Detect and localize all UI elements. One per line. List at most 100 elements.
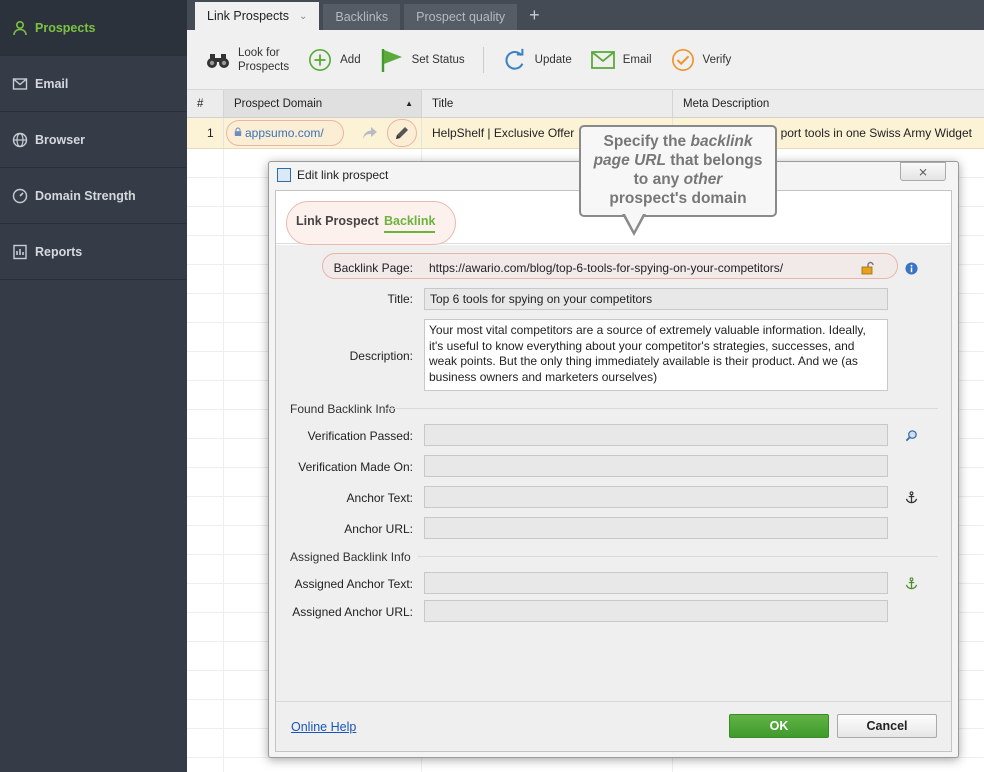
close-button[interactable]: ⨯ <box>900 162 946 181</box>
anchor-url-field <box>424 517 888 539</box>
section-divider <box>386 408 938 409</box>
column-header-number[interactable]: # <box>187 90 224 117</box>
description-label: Description: <box>349 349 413 363</box>
sidebar-item-prospects[interactable]: Prospects <box>0 0 187 56</box>
info-icon[interactable] <box>904 261 918 275</box>
tab-prospect-quality[interactable]: Prospect quality <box>404 4 518 30</box>
anchor-icon[interactable] <box>904 490 918 504</box>
sidebar-item-email[interactable]: Email <box>0 56 187 112</box>
look-for-label-2: Prospects <box>238 60 290 73</box>
backlink-page-value: https://awario.com/blog/top-6-tools-for-… <box>429 261 784 275</box>
envelope-icon <box>11 75 29 93</box>
add-button[interactable]: Add <box>307 47 361 73</box>
gauge-icon <box>11 187 29 205</box>
tab-label: Prospect quality <box>416 10 506 24</box>
tooltip-callout: Specify the backlink page URL that belon… <box>579 125 777 217</box>
dialog-title-bar: Edit link prospect <box>277 168 388 182</box>
online-help-link[interactable]: Online Help <box>291 720 356 734</box>
add-label: Add <box>340 53 361 66</box>
title-cell-text: HelpShelf | Exclusive Offer <box>432 126 575 140</box>
anchor-text-field <box>424 486 888 508</box>
toolbar: Look for Prospects Add Set Status Update <box>187 30 984 90</box>
backlink-page-input[interactable]: https://awario.com/blog/top-6-tools-for-… <box>424 257 888 279</box>
verification-passed-label: Verification Passed: <box>307 429 413 443</box>
sidebar-item-browser[interactable]: Browser <box>0 112 187 168</box>
share-arrow-icon[interactable] <box>362 126 378 143</box>
assigned-anchor-url-field <box>424 600 888 622</box>
callout-text: prospect's domain <box>609 190 747 207</box>
row-number: 1 <box>187 118 224 148</box>
sidebar-item-domain-strength[interactable]: Domain Strength <box>0 168 187 224</box>
grid-column-divider <box>223 149 224 772</box>
column-header-label: Meta Description <box>683 97 770 110</box>
chevron-down-icon[interactable]: ⌄ <box>299 11 307 22</box>
sort-ascending-icon: ▲ <box>405 99 413 108</box>
dialog-footer: Online Help OK Cancel <box>276 701 951 751</box>
set-status-button[interactable]: Set Status <box>379 47 465 73</box>
dialog-title: Edit link prospect <box>297 168 389 182</box>
verification-made-on-label: Verification Made On: <box>298 460 413 474</box>
verify-label: Verify <box>702 53 732 66</box>
sidebar-item-label: Prospects <box>35 20 96 35</box>
tab-backlink[interactable]: Backlink <box>384 214 436 233</box>
report-icon <box>11 243 29 261</box>
edit-link-prospect-dialog: Edit link prospect ⨯ Link Prospect Backl… <box>268 161 959 758</box>
binoculars-icon <box>205 47 231 73</box>
description-textarea[interactable]: Your most vital competitors are a source… <box>424 319 888 391</box>
column-header-label: Title <box>432 97 454 110</box>
lock-icon <box>234 126 242 140</box>
title-label: Title: <box>387 292 413 306</box>
add-tab-icon[interactable]: + <box>521 5 548 30</box>
ok-button[interactable]: OK <box>729 714 829 738</box>
row-number-text: 1 <box>207 126 214 140</box>
column-header-meta-description[interactable]: Meta Description <box>673 90 984 117</box>
globe-icon <box>11 131 29 149</box>
callout-text: Specify the <box>603 133 691 150</box>
sidebar-item-reports[interactable]: Reports <box>0 224 187 280</box>
anchor-text-label: Anchor Text: <box>346 491 413 505</box>
assigned-anchor-url-label: Assigned Anchor URL: <box>292 605 413 619</box>
grid-header: # Prospect Domain ▲ Title Meta Descripti… <box>187 90 984 118</box>
close-icon: ⨯ <box>917 164 929 179</box>
tab-label: Link Prospects <box>207 9 289 23</box>
tab-link-prospects[interactable]: Link Prospects ⌄ <box>195 2 320 30</box>
look-for-label-1: Look for <box>238 46 280 59</box>
sidebar-item-label: Browser <box>35 132 86 147</box>
pencil-icon[interactable] <box>394 125 410 144</box>
anchor-assign-icon[interactable] <box>904 576 918 590</box>
callout-text-em: page URL <box>593 152 666 169</box>
tab-link-prospect[interactable]: Link Prospect <box>296 214 379 228</box>
update-button[interactable]: Update <box>502 47 572 73</box>
column-header-label: Prospect Domain <box>234 97 323 110</box>
tab-backlinks[interactable]: Backlinks <box>323 4 401 30</box>
verification-passed-field <box>424 424 888 446</box>
column-header-title[interactable]: Title <box>422 90 673 117</box>
callout-text-em: backlink <box>690 133 753 150</box>
prospect-domain-link[interactable]: appsumo.com/ <box>245 126 324 140</box>
assigned-anchor-text-label: Assigned Anchor Text: <box>294 577 413 591</box>
email-button[interactable]: Email <box>590 47 652 73</box>
assigned-backlink-section: Assigned Backlink Info <box>290 550 411 564</box>
tab-label: Backlinks <box>335 10 389 24</box>
column-header-label: # <box>197 97 204 110</box>
update-label: Update <box>534 53 572 66</box>
user-icon <box>11 19 29 37</box>
sidebar-item-label: Reports <box>35 244 83 259</box>
section-divider <box>418 556 938 557</box>
envelope-icon <box>590 47 616 73</box>
prospect-domain-cell[interactable]: appsumo.com/ <box>224 118 422 148</box>
check-circle-icon <box>670 47 696 73</box>
callout-tail-inner <box>625 214 643 231</box>
unlock-icon[interactable] <box>861 261 875 278</box>
cancel-button[interactable]: Cancel <box>837 714 937 738</box>
magnifier-icon[interactable] <box>904 428 918 442</box>
look-for-prospects-button[interactable]: Look for Prospects <box>205 46 289 74</box>
title-input[interactable]: Top 6 tools for spying on your competito… <box>424 288 888 310</box>
sidebar-item-label: Domain Strength <box>35 188 136 203</box>
column-header-prospect-domain[interactable]: Prospect Domain ▲ <box>224 90 422 117</box>
backlink-form: Backlink Page: https://awario.com/blog/t… <box>276 245 951 701</box>
app-window-icon <box>277 168 291 182</box>
verify-button[interactable]: Verify <box>670 47 732 73</box>
flag-icon <box>379 47 405 73</box>
backlink-page-label: Backlink Page: <box>333 261 413 275</box>
